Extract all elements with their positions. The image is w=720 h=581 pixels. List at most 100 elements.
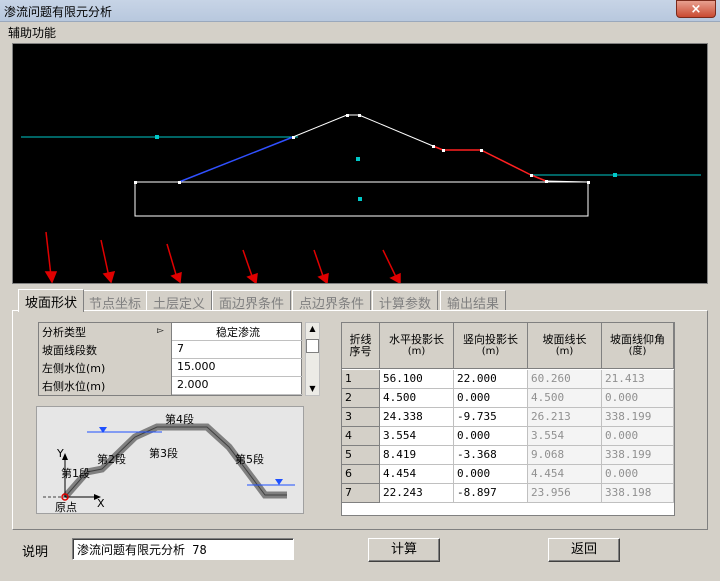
seg1-label: 第1段	[61, 467, 90, 480]
description-field[interactable]: 渗流问题有限元分析 78	[72, 538, 294, 560]
calculate-button[interactable]: 计算	[368, 538, 440, 562]
menu-item-tools[interactable]: 辅助功能	[8, 24, 56, 41]
computed-cell: 338.199	[602, 408, 674, 427]
slope-preview-canvas[interactable]	[12, 43, 708, 284]
scroll-down-icon[interactable]: ▼	[306, 383, 319, 395]
param-scrollbar[interactable]: ▲ ▼	[305, 322, 320, 396]
column-header: 竖向投影长 (m)	[454, 323, 528, 369]
column-header: 折线 序号	[342, 323, 380, 369]
input-cell[interactable]: 8.419	[380, 446, 454, 465]
seg3-label: 第3段	[149, 447, 178, 460]
tab-strip: 坡面形状 节点坐标 土层定义 面边界条件 点边界条件 计算参数 输出结果	[12, 289, 708, 312]
computed-cell: 0.000	[602, 465, 674, 484]
computed-cell: 0.000	[602, 427, 674, 446]
tab-calc-params[interactable]: 计算参数	[372, 290, 439, 312]
left-water-level-field[interactable]: 15.000	[173, 359, 303, 377]
slope-schematic: 第4段 第2段 第3段 第5段 第1段 原点 Y X	[36, 406, 304, 514]
header-title: 坡面线长	[542, 332, 587, 346]
input-cell[interactable]: 4.500	[380, 389, 454, 408]
input-cell[interactable]: -8.897	[454, 484, 528, 503]
slope-segment-6	[530, 174, 547, 182]
window-title: 渗流问题有限元分析	[4, 5, 113, 19]
seg5-label: 第5段	[235, 453, 264, 466]
row-number[interactable]: 2	[342, 389, 380, 408]
column-header: 坡面线仰角 (度)	[602, 323, 674, 369]
computed-cell: 338.198	[602, 484, 674, 503]
computed-cell: 60.260	[528, 370, 602, 389]
row-number[interactable]: 1	[342, 370, 380, 389]
computed-cell: 4.454	[528, 465, 602, 484]
tab-face-boundary[interactable]: 面边界条件	[212, 290, 292, 312]
param-table: 分析类型 ▻ 稳定渗流 坡面线段数 7 左侧水位(m) 15.000 右侧水位(…	[38, 322, 303, 396]
input-cell[interactable]: 22.243	[380, 484, 454, 503]
computed-cell: 23.956	[528, 484, 602, 503]
computed-cell: 26.213	[528, 408, 602, 427]
computed-cell: 4.500	[528, 389, 602, 408]
slope-segment-1b	[292, 114, 348, 138]
analysis-type-select[interactable]: 稳定渗流	[173, 323, 303, 341]
param-row: 右侧水位(m) 2.000	[39, 377, 303, 395]
param-row: 分析类型 ▻ 稳定渗流	[39, 323, 303, 341]
row-number[interactable]: 5	[342, 446, 380, 465]
input-cell[interactable]: 56.100	[380, 370, 454, 389]
header-unit: (m)	[481, 345, 500, 357]
header-unit: (m)	[407, 345, 426, 357]
slope-segment-3	[358, 114, 434, 147]
tab-output[interactable]: 输出结果	[440, 290, 507, 312]
header-title: 水平投影长	[389, 332, 444, 346]
tab-node-coords[interactable]: 节点坐标	[82, 290, 149, 312]
origin-label: 原点	[55, 501, 77, 514]
row-number[interactable]: 6	[342, 465, 380, 484]
header-title: 坡面线仰角	[610, 332, 665, 346]
input-cell[interactable]: 0.000	[454, 465, 528, 484]
column-header: 水平投影长 (m)	[380, 323, 454, 369]
x-axis-label: X	[97, 497, 105, 510]
row-number[interactable]: 4	[342, 427, 380, 446]
dropdown-indicator-icon[interactable]: ▻	[157, 326, 164, 336]
seg2-label: 第2段	[97, 453, 126, 466]
slope-segment-1	[178, 136, 294, 183]
region-markers	[155, 135, 617, 201]
computed-cell: 338.199	[602, 446, 674, 465]
param-row: 左侧水位(m) 15.000	[39, 359, 303, 377]
param-row: 坡面线段数 7	[39, 341, 303, 359]
slope-segment-5	[480, 149, 532, 176]
annotation-arrows	[44, 231, 401, 283]
back-button[interactable]: 返回	[548, 538, 620, 562]
header-unit: (度)	[628, 345, 647, 357]
tab-soil-layers[interactable]: 土层定义	[146, 290, 213, 312]
input-cell[interactable]: 0.000	[454, 427, 528, 446]
scroll-thumb[interactable]	[306, 339, 319, 353]
input-cell[interactable]: 0.000	[454, 389, 528, 408]
row-number[interactable]: 7	[342, 484, 380, 503]
menu-bar: 辅助功能	[0, 22, 720, 40]
row-number[interactable]: 3	[342, 408, 380, 427]
computed-cell: 0.000	[602, 389, 674, 408]
header-title: 折线 序号	[349, 332, 372, 358]
slope-drawing	[21, 114, 701, 283]
param-label: 右侧水位(m)	[39, 377, 172, 395]
y-axis-label: Y	[57, 447, 64, 460]
param-label: 坡面线段数	[39, 341, 172, 359]
right-water-level-field[interactable]: 2.000	[173, 377, 303, 395]
input-cell[interactable]: 3.554	[380, 427, 454, 446]
input-cell[interactable]: -3.368	[454, 446, 528, 465]
input-cell[interactable]: 22.000	[454, 370, 528, 389]
input-cell[interactable]: -9.735	[454, 408, 528, 427]
tab-slope-shape[interactable]: 坡面形状	[18, 289, 85, 312]
close-button[interactable]: ×	[676, 0, 716, 18]
scroll-up-icon[interactable]: ▲	[306, 323, 319, 335]
column-header: 坡面线长 (m)	[528, 323, 602, 369]
computed-cell: 3.554	[528, 427, 602, 446]
header-title: 竖向投影长	[463, 332, 518, 346]
tab-point-boundary[interactable]: 点边界条件	[292, 290, 372, 312]
segment-grid: 折线 序号 水平投影长 (m) 竖向投影长 (m) 坡面线长 (m) 坡面线仰角 (度)…	[341, 322, 675, 516]
input-cell[interactable]: 24.338	[380, 408, 454, 427]
computed-cell: 21.413	[602, 370, 674, 389]
description-label: 说明	[22, 545, 49, 560]
seg4-label: 第4段	[165, 413, 194, 426]
input-cell[interactable]: 4.454	[380, 465, 454, 484]
segment-count-field[interactable]: 7	[173, 341, 303, 359]
computed-cell: 9.068	[528, 446, 602, 465]
title-bar: 渗流问题有限元分析 ×	[0, 0, 720, 22]
